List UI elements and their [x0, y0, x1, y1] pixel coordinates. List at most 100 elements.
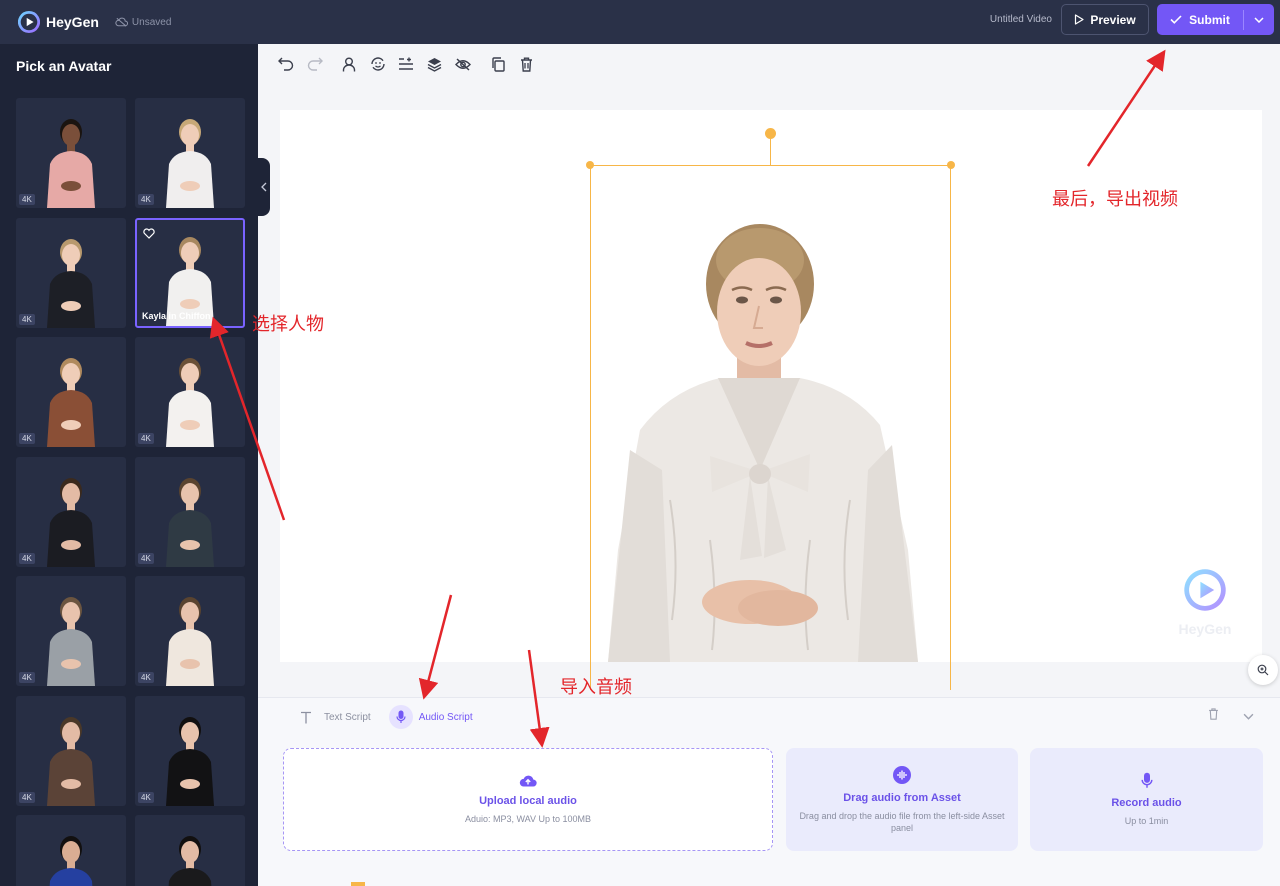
submit-button[interactable]: Submit	[1157, 4, 1274, 35]
layers-icon	[427, 57, 442, 72]
avatar-thumbnail	[166, 477, 214, 567]
avatar-name: Kayla in Chiffon	[142, 310, 211, 321]
redo-icon	[307, 57, 323, 71]
resolution-badge: 4K	[19, 552, 35, 564]
avatar-tile[interactable]: 4K	[16, 456, 126, 567]
avatar-thumbnail	[47, 358, 95, 447]
resolution-badge: 4K	[138, 552, 154, 564]
timeline-playhead[interactable]	[351, 882, 365, 886]
panel-actions	[1184, 707, 1254, 725]
resolution-badge: 4K	[138, 791, 154, 803]
delete-button[interactable]	[516, 54, 536, 74]
hide-tool-button[interactable]	[453, 54, 473, 74]
save-status: Unsaved	[115, 17, 171, 28]
rotate-handle[interactable]	[765, 128, 776, 139]
card-title: Upload local audio	[479, 795, 577, 807]
avatar-thumbnail	[168, 836, 212, 886]
card-title: Record audio	[1111, 797, 1182, 809]
card-subtitle: Up to 1min	[1124, 816, 1169, 826]
resolution-badge: 4K	[138, 194, 154, 205]
card-subtitle: Aduio: MP3, WAV Up to 100MB	[464, 814, 592, 824]
sidebar-collapse-button[interactable]	[258, 158, 270, 216]
record-audio-card[interactable]: Record audio Up to 1min	[1030, 748, 1263, 851]
upload-local-audio-card[interactable]: Upload local audio Aduio: MP3, WAV Up to…	[283, 748, 773, 851]
submit-label: Submit	[1189, 12, 1230, 27]
duplicate-button[interactable]	[488, 54, 508, 74]
resolution-badge: 4K	[19, 194, 35, 205]
avatar-tile[interactable]: 4K	[16, 337, 126, 447]
card-subtitle: Drag and drop the audio file from the le…	[799, 810, 1005, 833]
audio-wave-icon	[893, 765, 911, 784]
avatar-tile[interactable]: 4K	[16, 695, 126, 806]
avatar-tile[interactable]: 4K	[135, 576, 245, 686]
copy-icon	[491, 56, 505, 72]
video-title[interactable]: Untitled Video	[990, 14, 1052, 25]
avatar-tile[interactable]: 4K	[135, 695, 245, 806]
tab-label: Text Script	[324, 711, 371, 723]
avatar-tile[interactable]: 4K	[16, 815, 126, 886]
expression-tool-button[interactable]	[368, 54, 388, 74]
avatar-tile[interactable]: 4K	[16, 98, 126, 208]
tab-audio-script[interactable]: Audio Script	[388, 705, 473, 729]
script-panel: Text Script Audio Script Upload local au…	[258, 697, 1280, 886]
check-icon	[1170, 15, 1182, 24]
avatar-thumbnail	[166, 358, 214, 447]
avatar-tile[interactable]: 4K	[16, 217, 126, 328]
layers-tool-button[interactable]	[425, 54, 445, 74]
avatar-sidebar: Pick an Avatar 4K 4K 4K Kayla in Chiffon 4K 4…	[0, 44, 258, 886]
watermark-text: HeyGen	[1178, 621, 1232, 637]
resolution-badge: 4K	[19, 313, 35, 325]
tab-label: Audio Script	[418, 711, 473, 723]
rotate-stem	[770, 138, 771, 165]
submit-main[interactable]: Submit	[1157, 4, 1243, 35]
avatar-thumbnail	[166, 119, 214, 208]
zoom-in-icon	[1257, 664, 1269, 676]
submit-dropdown[interactable]	[1244, 4, 1274, 35]
clear-script-button[interactable]	[1208, 707, 1219, 725]
resolution-badge: 4K	[138, 672, 154, 683]
preview-button[interactable]: Preview	[1061, 4, 1149, 35]
avatar-tool-button[interactable]	[339, 54, 359, 74]
redo-button[interactable]	[305, 54, 325, 74]
avatar-tile[interactable]: 4K	[135, 456, 245, 567]
avatar-thumbnail	[47, 716, 95, 806]
resize-handle-tl[interactable]	[586, 161, 594, 169]
undo-button[interactable]	[276, 54, 296, 74]
tab-text-script[interactable]: Text Script	[294, 705, 371, 729]
avatar-tile[interactable]: 4K	[135, 337, 245, 447]
play-icon	[1075, 14, 1084, 25]
align-icon	[399, 57, 413, 70]
logo[interactable]: HeyGen	[18, 11, 99, 33]
undo-icon	[278, 57, 294, 71]
drag-audio-from-asset-card[interactable]: Drag audio from Asset Drag and drop the …	[786, 748, 1018, 851]
text-icon	[301, 711, 311, 723]
resize-handle-tr[interactable]	[947, 161, 955, 169]
avatar-thumbnail	[166, 716, 214, 806]
heart-icon	[143, 227, 155, 239]
annotation-import-audio: 导入音频	[560, 677, 632, 697]
chevron-down-icon	[1254, 16, 1264, 23]
zoom-button[interactable]	[1248, 655, 1278, 685]
collapse-panel-button[interactable]	[1243, 707, 1254, 725]
favorite-button[interactable]	[143, 226, 155, 244]
preview-label: Preview	[1090, 12, 1136, 27]
microphone-icon	[396, 710, 406, 723]
resolution-badge: 4K	[19, 791, 35, 803]
selection-box[interactable]	[590, 165, 951, 690]
heygen-watermark-icon	[1184, 569, 1226, 611]
avatar-tile-selected[interactable]: Kayla in Chiffon	[135, 217, 245, 328]
align-tool-button[interactable]	[396, 54, 416, 74]
person-icon	[342, 57, 356, 71]
app-name: HeyGen	[46, 14, 99, 30]
card-title: Drag audio from Asset	[843, 791, 961, 804]
avatar-tile[interactable]: 4K	[135, 98, 245, 208]
resolution-badge: 4K	[138, 433, 154, 444]
chevron-down-icon	[1243, 713, 1254, 720]
avatar-thumbnail	[47, 597, 95, 686]
annotation-export: 最后，导出视频	[1052, 189, 1178, 209]
avatar-tile[interactable]: 4K	[135, 815, 245, 886]
resolution-badge: 4K	[19, 672, 35, 683]
heygen-watermark: HeyGen	[1170, 568, 1240, 637]
avatar-thumbnail	[47, 477, 95, 567]
avatar-tile[interactable]: 4K	[16, 576, 126, 686]
